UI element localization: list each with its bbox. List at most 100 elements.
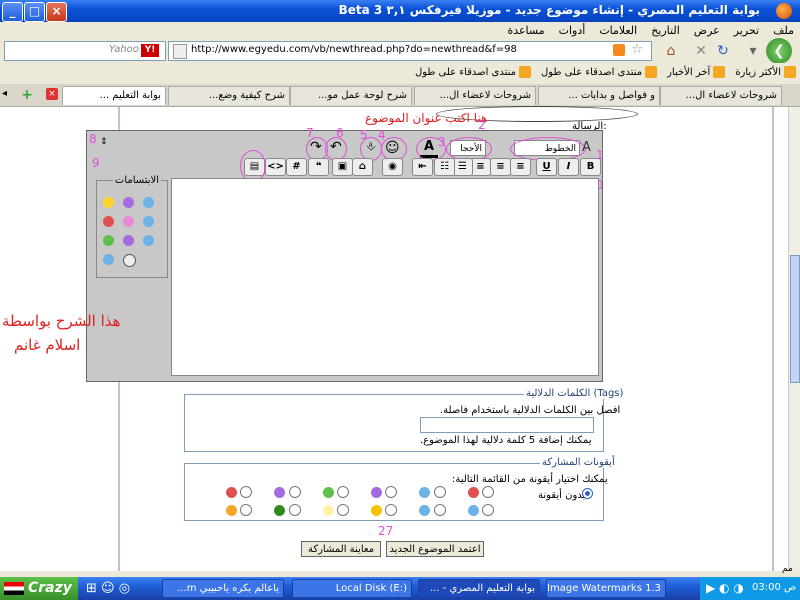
smiley-icon[interactable] [143, 235, 154, 246]
smiley-icon[interactable] [123, 254, 136, 267]
bookmark-icon [645, 66, 658, 78]
tags-input[interactable] [420, 417, 594, 433]
smiley-icon[interactable] [143, 216, 154, 227]
taskbar-item[interactable]: Image Watermarks 1.3 [546, 579, 666, 598]
post-icon-option[interactable] [419, 486, 467, 501]
yahoo-search-engine-icon[interactable]: Y! [141, 44, 159, 57]
tab[interactable]: و فواصل و بدايات ... [538, 86, 660, 105]
bookmark-item[interactable]: منتدى اصدقاء على طول [541, 66, 658, 78]
smiley-icon[interactable] [123, 197, 134, 208]
taskbar-item[interactable]: ياعالم بكره ياحبيبي m... [162, 579, 284, 598]
smiley-icon[interactable] [123, 216, 134, 227]
stop-icon[interactable]: ✕ [690, 40, 712, 62]
post-icon-option[interactable] [322, 504, 371, 519]
back-button[interactable]: ❮ [766, 38, 792, 64]
post-icon-option[interactable] [370, 486, 419, 501]
numbered-list-icon[interactable]: ☰ [452, 158, 473, 176]
reload-icon[interactable]: ↻ [712, 40, 734, 62]
tab[interactable]: شرح لوحة عمل مو... [290, 86, 412, 105]
post-icon-option[interactable] [274, 504, 322, 519]
taskbar-item[interactable]: Local Disk (E:) [292, 579, 412, 598]
page-border-right [772, 107, 774, 571]
menu-item[interactable]: أدوات [559, 24, 586, 37]
message-textarea[interactable] [171, 178, 599, 376]
search-input[interactable]: Y! Yahoo [4, 41, 166, 61]
quote-icon[interactable]: ❝ [308, 158, 329, 176]
insert-image-icon[interactable]: ▣ [332, 158, 353, 176]
no-icon-radio[interactable] [582, 488, 593, 499]
window-title: بوابة التعليم المصري - إنشاء موضوع جديد … [338, 3, 760, 17]
tab[interactable]: بوابة التعليم ... [62, 86, 166, 105]
bookmark-item[interactable]: منتدى اصدقاء على طول [415, 66, 532, 78]
post-icon-option[interactable] [419, 504, 467, 519]
tab-list-arrow-icon[interactable]: ◂ [2, 88, 7, 99]
remove-link-icon[interactable]: ⌂ [352, 158, 373, 176]
annotation-number: 3 [438, 135, 446, 149]
home-icon[interactable]: ⌂ [660, 40, 682, 62]
align-right-icon[interactable]: ≡ [470, 158, 491, 176]
rss-feed-icon[interactable] [613, 44, 625, 56]
italic-button[interactable]: I [558, 158, 579, 176]
taskbar-item[interactable]: بوابة التعليم المصري - ... [418, 579, 540, 598]
corner-text: مم [782, 564, 793, 574]
smiley-icon[interactable] [143, 197, 154, 208]
url-bar[interactable]: http://www.egyedu.com/vb/newthread.php?d… [168, 41, 652, 61]
tab[interactable]: شروحات لاعضاء ال... [660, 86, 782, 105]
code-button[interactable]: <> [265, 158, 286, 176]
font-icon[interactable]: A [582, 140, 596, 156]
new-tab-button[interactable]: + [18, 87, 36, 103]
resize-arrows-icon[interactable]: ⇕ [100, 137, 108, 147]
bookmark-icon [784, 66, 796, 78]
smiley-icon[interactable] [103, 235, 114, 246]
insert-link-icon[interactable]: ◉ [382, 158, 403, 176]
bullet-list-icon[interactable]: ☷ [434, 158, 455, 176]
post-icon-option[interactable] [226, 486, 274, 501]
post-icons-legend: أيقونات المشاركة [540, 457, 617, 468]
preview-post-button[interactable]: معاينة المشاركة [301, 541, 381, 557]
post-icon-option[interactable] [274, 486, 322, 501]
align-center-icon[interactable]: ≡ [490, 158, 511, 176]
menu-item[interactable]: عرض [694, 24, 720, 37]
tags-help: افصل بين الكلمات الدلالية باستخدام فاصلة… [440, 405, 621, 416]
submit-thread-button[interactable]: اعتمد الموضوع الجديد [386, 541, 484, 557]
post-icon-option[interactable] [226, 504, 274, 519]
close-tab-icon[interactable]: × [46, 88, 58, 100]
post-icon-option[interactable] [467, 504, 516, 519]
align-left-icon[interactable]: ≡ [510, 158, 531, 176]
bookmark-item[interactable]: آخر الأخبار [667, 66, 726, 78]
title-bar: بوابة التعليم المصري - إنشاء موضوع جديد … [0, 0, 800, 22]
menu-item[interactable]: العلامات [599, 24, 637, 37]
bookmark-icon [519, 66, 532, 78]
menu-item[interactable]: مساعدة [507, 24, 544, 37]
vertical-scrollbar[interactable] [788, 107, 800, 571]
smiley-icon[interactable] [103, 197, 114, 208]
outdent-icon[interactable]: ⇤ [412, 158, 433, 176]
tray-icons[interactable]: ▶ ◐ ◑ [706, 581, 744, 595]
smiley-icon[interactable] [103, 254, 114, 265]
bookmark-star-icon[interactable]: ☆ [631, 42, 643, 57]
maximize-button[interactable]: □ [24, 2, 45, 22]
hash-button[interactable]: # [286, 158, 307, 176]
post-icon-option[interactable] [322, 486, 371, 501]
post-icon-option[interactable] [370, 504, 419, 519]
quick-launch-icons[interactable]: ⊞ ☺ ◎ [86, 581, 130, 596]
url-text: http://www.egyedu.com/vb/newthread.php?d… [191, 44, 517, 55]
bookmark-label: منتدى اصدقاء على طول [541, 66, 643, 78]
underline-button[interactable]: U [536, 158, 557, 176]
firefox-icon [776, 3, 792, 19]
minimize-button[interactable]: _ [2, 2, 23, 22]
smiley-icon[interactable] [103, 216, 114, 227]
forward-dropdown-icon[interactable]: ▾ [742, 40, 764, 62]
scrollbar-thumb[interactable] [790, 255, 800, 383]
annotation-number: 8 [89, 132, 97, 146]
smiley-icon[interactable] [123, 235, 134, 246]
menu-item[interactable]: ملف [773, 24, 794, 37]
close-button[interactable]: × [46, 2, 67, 22]
menu-item[interactable]: التاريخ [651, 24, 680, 37]
tab[interactable]: شروحات لاعضاء ال... [414, 86, 536, 105]
bookmark-item[interactable]: الأكثر زيارة [735, 66, 796, 78]
menu-item[interactable]: تحرير [734, 24, 759, 37]
tab[interactable]: شرح كيفية وضع... [168, 86, 290, 105]
tags-legend: الكلمات الدلالية (Tags) [524, 388, 626, 399]
post-icon-option[interactable] [467, 486, 516, 501]
